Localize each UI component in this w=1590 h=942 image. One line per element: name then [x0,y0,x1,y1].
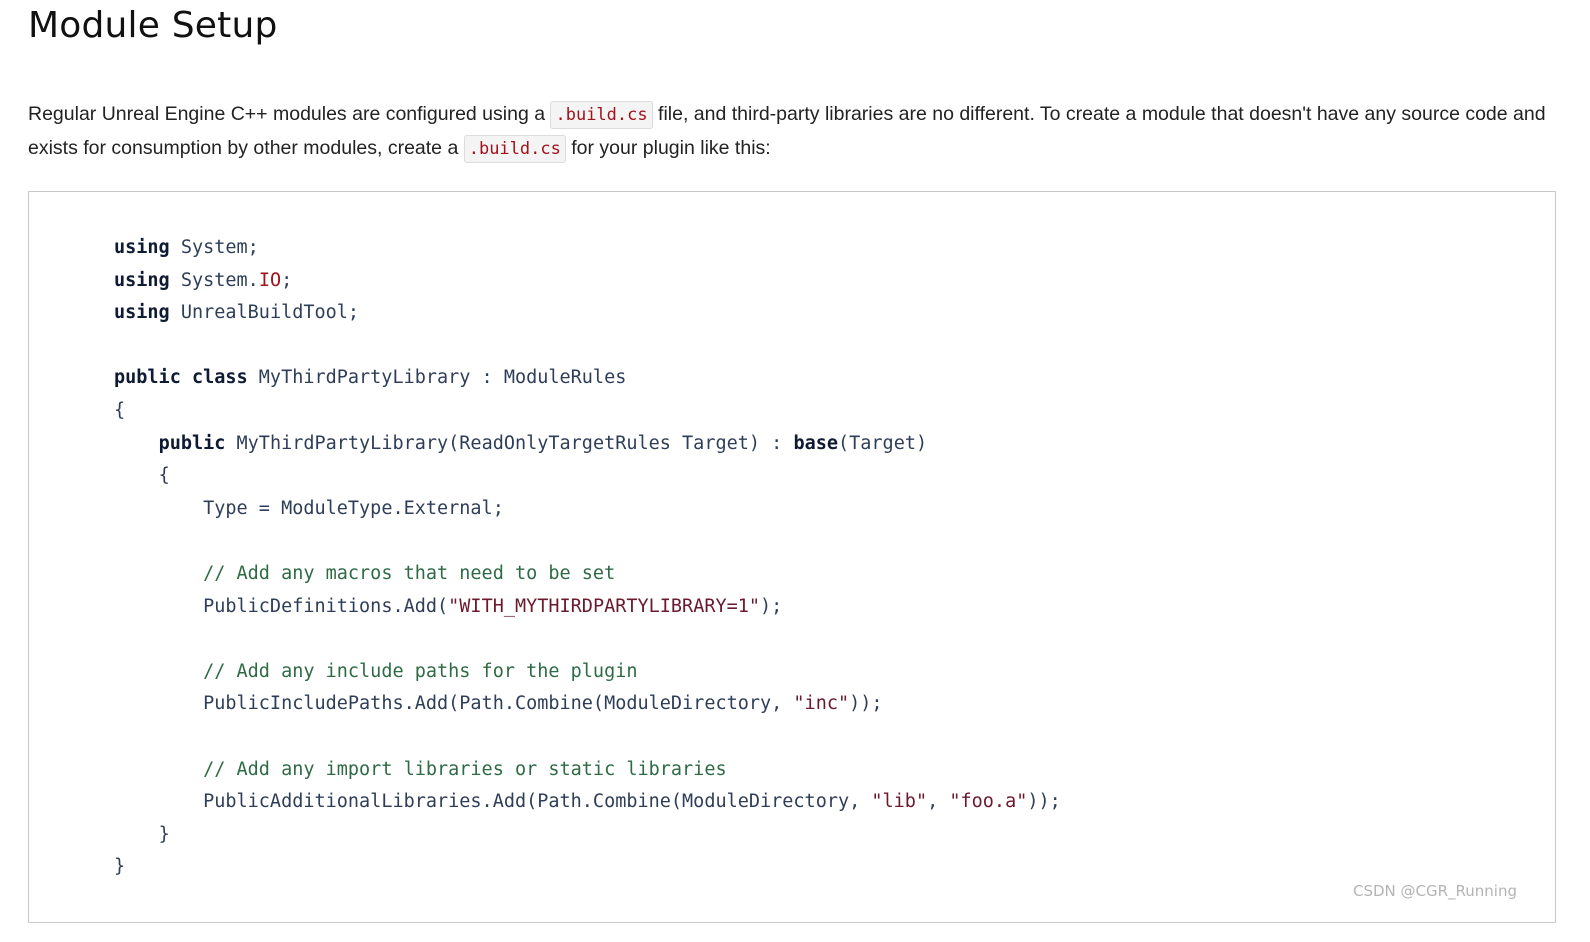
code-string: "inc" [793,693,850,715]
code-line: using System; [114,232,1061,265]
page-title: Module Setup [28,5,278,46]
code-text-highlight: IO [258,269,282,291]
code-block: using System; using System.IO; using Unrea… [114,232,1061,884]
code-line: } [114,819,1061,852]
keyword: using [114,269,170,291]
code-text: { [114,399,126,421]
code-line: PublicAdditionalLibraries.Add(Path.Combi… [114,786,1061,819]
code-text: MyThirdPartyLibrary(ReadOnlyTargetRules … [225,432,794,454]
keyword: public [158,432,226,454]
code-text: ; [281,269,293,291]
code-string: "foo.a" [949,791,1028,813]
intro-paragraph: Regular Unreal Engine C++ modules are co… [28,98,1563,166]
code-comment: // Add any import libraries or static li… [203,758,727,780]
code-line: Type = ModuleType.External; [114,493,1061,526]
code-text: } [114,856,126,878]
code-line: } [114,851,1061,884]
code-panel: using System; using System.IO; using Unrea… [28,191,1556,923]
inline-code-build-cs-2: .build.cs [463,135,566,163]
code-text: System; [169,237,259,258]
code-line: public class MyThirdPartyLibrary : Modul… [114,362,1061,395]
intro-text-1: Regular Unreal Engine C++ modules are co… [28,103,551,125]
code-text: , [927,791,950,813]
keyword: base [793,432,838,454]
code-text: UnrealBuildTool; [169,302,360,324]
code-comment: // Add any macros that need to be set [203,562,616,584]
code-text: PublicIncludePaths.Add(Path.Combine(Modu… [203,693,794,715]
code-text: PublicDefinitions.Add( [203,595,449,617]
code-line: public MyThirdPartyLibrary(ReadOnlyTarge… [114,428,1061,461]
code-line: // Add any import libraries or static li… [114,754,1061,787]
code-line: // Add any include paths for the plugin [114,656,1061,689]
code-line: { [114,395,1061,428]
code-text: )); [849,693,883,715]
code-text: System. [169,269,259,291]
keyword: using [114,302,170,324]
watermark: CSDN @CGR_Running [1352,882,1517,900]
keyword: public class [114,367,248,389]
intro-text-3: for your plugin like this: [565,137,771,159]
code-text: } [158,823,170,845]
code-line: { [114,460,1061,493]
code-line: // Add any macros that need to be set [114,558,1061,591]
keyword: using [114,237,170,258]
code-line: using UnrealBuildTool; [114,297,1061,330]
code-line: PublicIncludePaths.Add(Path.Combine(Modu… [114,688,1061,721]
code-text: PublicAdditionalLibraries.Add(Path.Combi… [203,791,872,813]
code-comment: // Add any include paths for the plugin [203,660,638,682]
code-text: { [158,465,170,487]
code-text: MyThirdPartyLibrary : ModuleRules [247,367,627,389]
code-string: "WITH_MYTHIRDPARTYLIBRARY=1" [448,595,761,617]
code-text: (Target) [838,432,928,454]
code-text: Type = ModuleType.External; [203,497,504,519]
code-line: PublicDefinitions.Add("WITH_MYTHIRDPARTY… [114,591,1061,624]
code-text: ); [760,595,783,617]
code-text: )); [1027,791,1061,813]
code-string: "lib" [871,791,928,813]
code-line: using System.IO; [114,265,1061,298]
inline-code-build-cs: .build.cs [550,101,653,129]
